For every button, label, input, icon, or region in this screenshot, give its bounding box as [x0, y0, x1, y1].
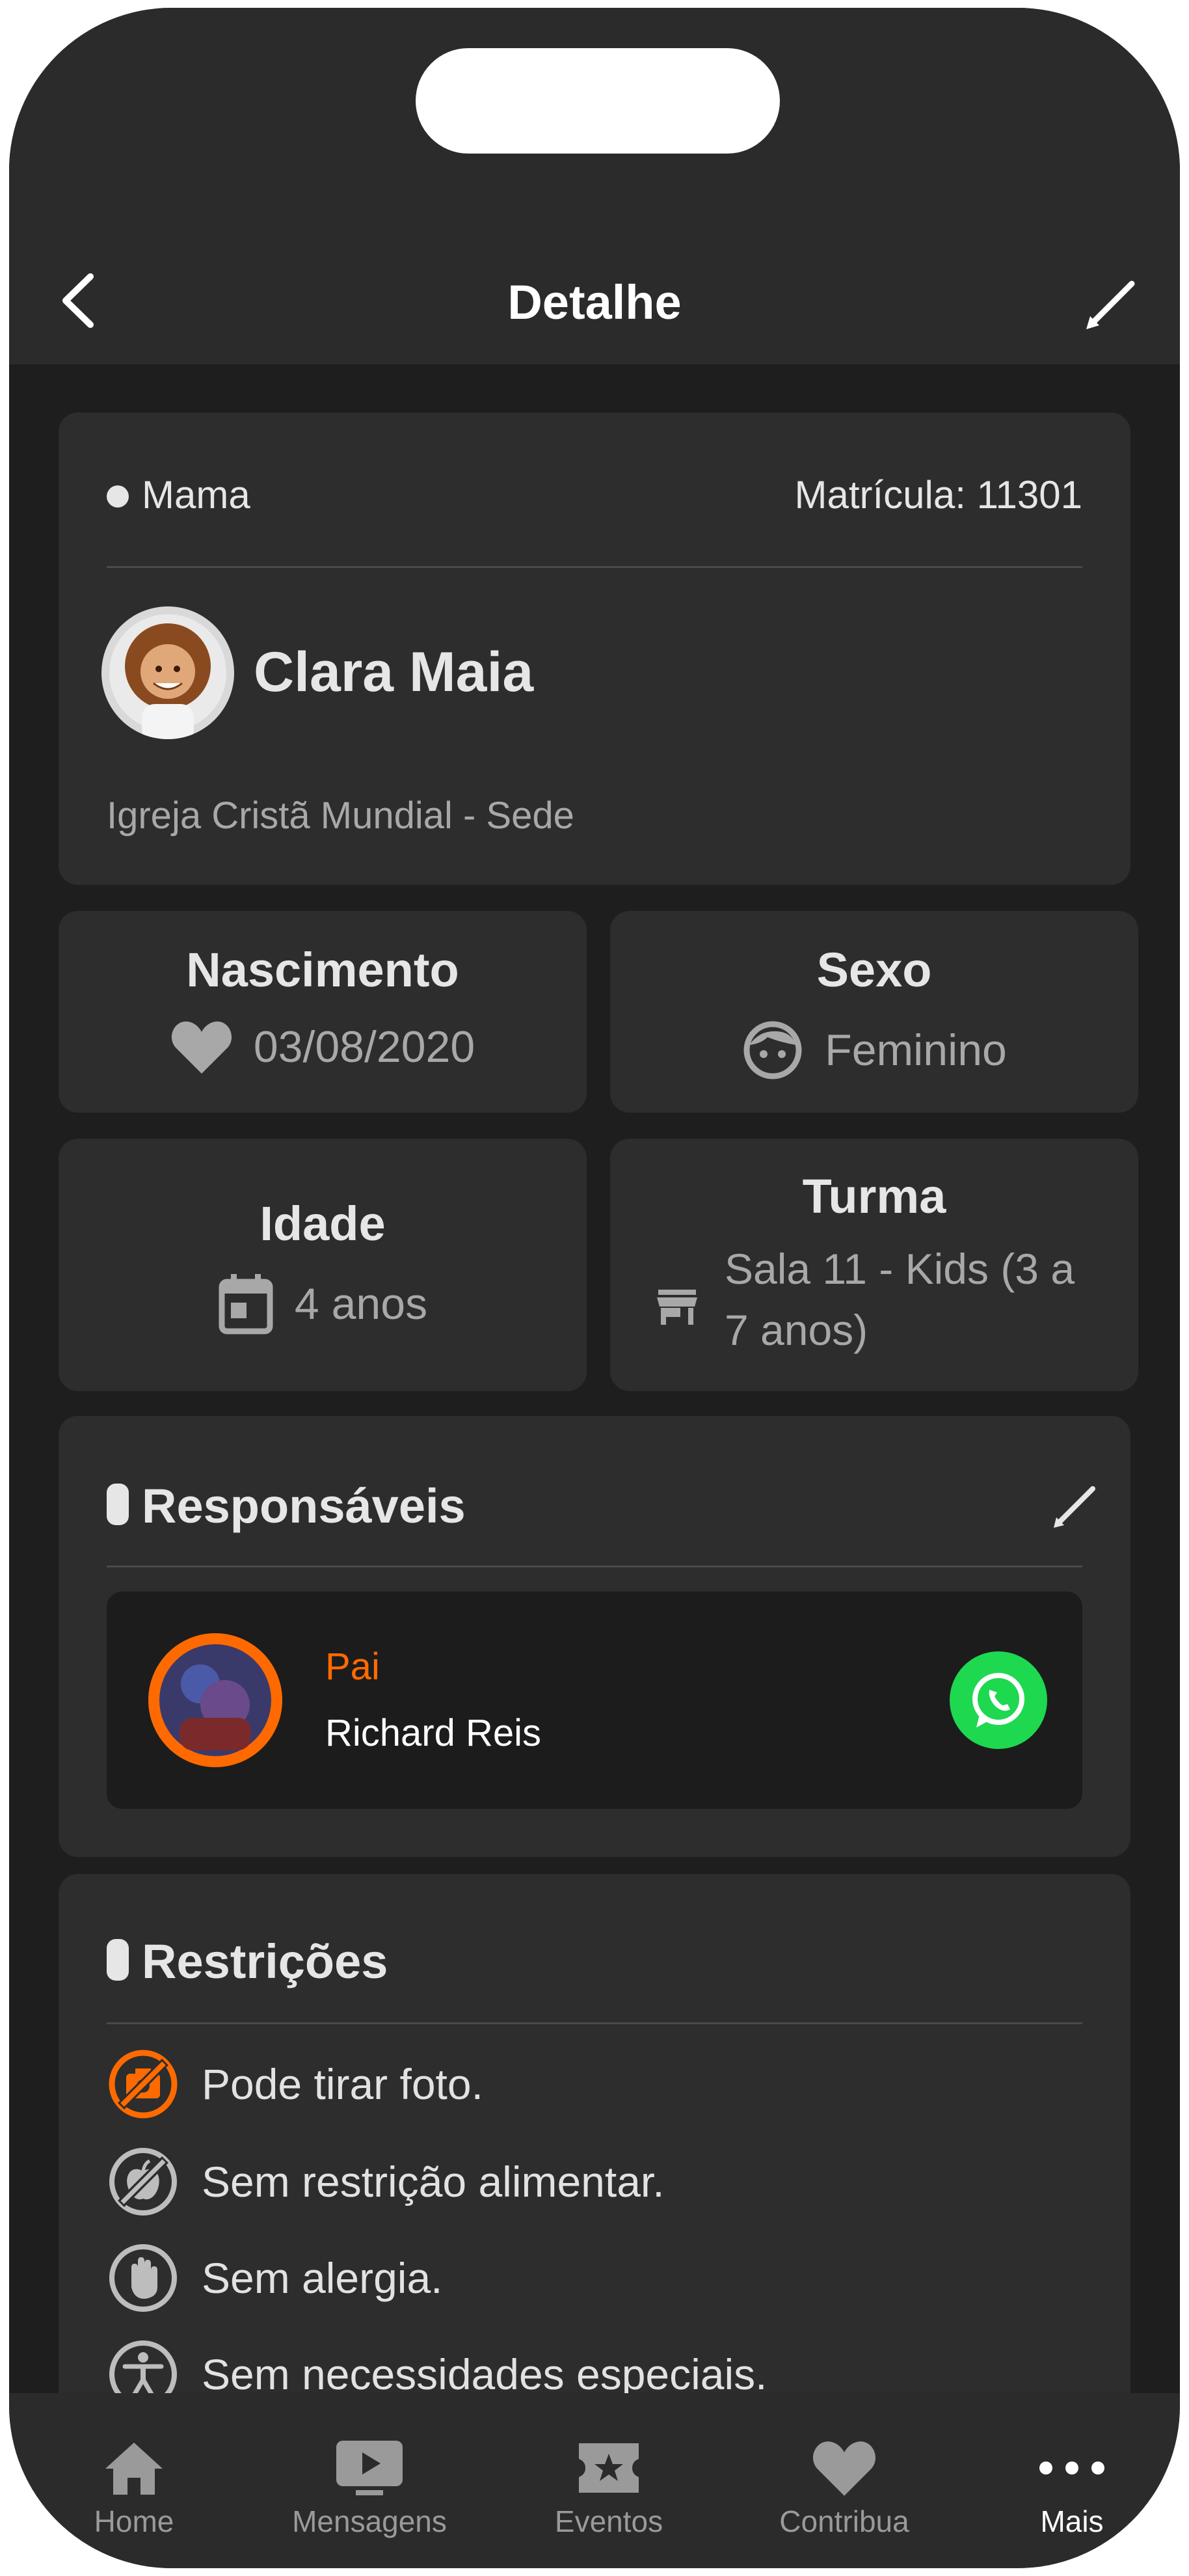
restriction-item: Sem alergia.: [107, 2236, 443, 2320]
avatar[interactable]: [101, 606, 234, 739]
status-dot: [107, 485, 129, 508]
restriction-text: Pode tirar foto.: [202, 2060, 483, 2108]
whatsapp-button[interactable]: [950, 1651, 1047, 1749]
no-camera-icon: [109, 2050, 178, 2119]
sex-card: Sexo Feminino: [610, 911, 1138, 1113]
dynamic-island: [416, 48, 780, 154]
video-icon: [336, 2441, 403, 2495]
church-name: Igreja Cristã Mundial - Sede: [107, 794, 574, 837]
nav-label: Mensagens: [292, 2504, 447, 2538]
responsibles-card: Responsáveis Pai Richard Reis: [59, 1416, 1130, 1857]
phone-frame: Detalhe Mama Matrícula: 11301 Clara Maia…: [9, 8, 1180, 2568]
restrictions-divider: [107, 2022, 1082, 2024]
nav-item-contribute[interactable]: Contribua: [753, 2432, 935, 2539]
calendar-icon: [219, 1274, 273, 1335]
top-bar: Detalhe: [9, 8, 1180, 364]
sex-label: Sexo: [816, 943, 932, 997]
sex-value: Feminino: [825, 1025, 1007, 1075]
pencil-icon: [1086, 280, 1135, 329]
child-name: Clara Maia: [254, 641, 534, 703]
age-value: 4 anos: [294, 1279, 428, 1329]
home-icon: [105, 2443, 163, 2495]
restriction-text: Sem alergia.: [202, 2254, 443, 2302]
profile-card: Mama Matrícula: 11301 Clara Maia Igreja …: [59, 413, 1130, 885]
nav-item-messages[interactable]: Mensagens: [278, 2432, 461, 2539]
parent-photo: [159, 1644, 271, 1756]
sex-value-row: Feminino: [610, 1019, 1138, 1081]
registration-number: Matrícula: 11301: [794, 473, 1082, 517]
restriction-item: Sem restrição alimentar.: [107, 2139, 665, 2224]
nav-item-events[interactable]: Eventos: [518, 2432, 700, 2539]
edit-responsibles-button[interactable]: [1046, 1477, 1104, 1536]
birth-card: Nascimento 03/08/2020: [59, 911, 587, 1113]
nav-label: Mais: [1040, 2504, 1104, 2538]
bottom-navigation: Home Mensagens Eventos Contribua Mais: [9, 2393, 1180, 2568]
birth-value: 03/08/2020: [253, 1022, 475, 1072]
class-value-line2: 7 anos): [725, 1306, 868, 1354]
profile-divider: [107, 566, 1082, 568]
store-icon: [657, 1290, 697, 1325]
nav-label: Contribua: [779, 2504, 909, 2538]
section-marker: [107, 1484, 129, 1525]
restrictions-title: Restrições: [142, 1934, 388, 1988]
responsible-item[interactable]: Pai Richard Reis: [107, 1592, 1082, 1809]
edit-button[interactable]: [1076, 268, 1147, 340]
restriction-text: Sem restrição alimentar.: [202, 2158, 665, 2206]
restrictions-card: Restrições Pode tirar foto. Sem restriçã…: [59, 1874, 1130, 2460]
responsible-avatar: [148, 1633, 282, 1767]
ticket-icon: [579, 2443, 639, 2493]
restriction-text: Sem necessidades especiais.: [202, 2350, 768, 2398]
responsibles-divider: [107, 1566, 1082, 1567]
responsibles-title: Responsáveis: [142, 1479, 466, 1533]
whatsapp-icon: [972, 1673, 1024, 1728]
no-food-icon: [109, 2148, 177, 2216]
heart-icon: [171, 1021, 232, 1074]
restriction-item: Pode tirar foto.: [107, 2042, 483, 2126]
nav-item-more[interactable]: Mais: [981, 2432, 1163, 2539]
class-label: Turma: [802, 1169, 946, 1223]
class-card: Turma Sala 11 - Kids (3 a 7 anos): [610, 1139, 1138, 1391]
nav-label: Eventos: [554, 2504, 663, 2538]
more-icon: [1039, 2461, 1104, 2474]
face-icon: [743, 1021, 802, 1079]
pencil-icon: [1054, 1486, 1095, 1528]
birth-value-row: 03/08/2020: [59, 1019, 587, 1075]
age-card: Idade 4 anos: [59, 1139, 587, 1391]
responsible-relation: Pai: [325, 1646, 380, 1688]
nav-item-home[interactable]: Home: [43, 2432, 225, 2539]
age-value-row: 4 anos: [59, 1273, 587, 1335]
child-photo: [109, 614, 226, 739]
heart-icon: [813, 2441, 875, 2496]
responsible-name: Richard Reis: [325, 1712, 541, 1754]
birth-label: Nascimento: [186, 943, 459, 997]
hand-icon: [109, 2244, 177, 2312]
age-label: Idade: [260, 1197, 386, 1251]
page-title: Detalhe: [507, 275, 682, 329]
section-marker: [107, 1939, 129, 1981]
nav-label: Home: [94, 2504, 174, 2538]
class-value-line1: Sala 11 - Kids (3 a: [725, 1245, 1075, 1293]
status-label: Mama: [142, 473, 250, 517]
